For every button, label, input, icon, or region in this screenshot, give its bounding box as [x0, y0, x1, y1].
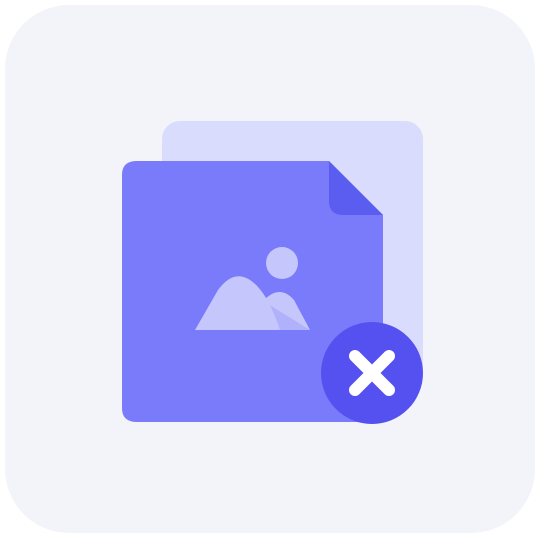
icon-canvas	[0, 0, 538, 536]
image-file-error-icon	[122, 121, 423, 424]
image-sun-shape	[266, 247, 298, 279]
